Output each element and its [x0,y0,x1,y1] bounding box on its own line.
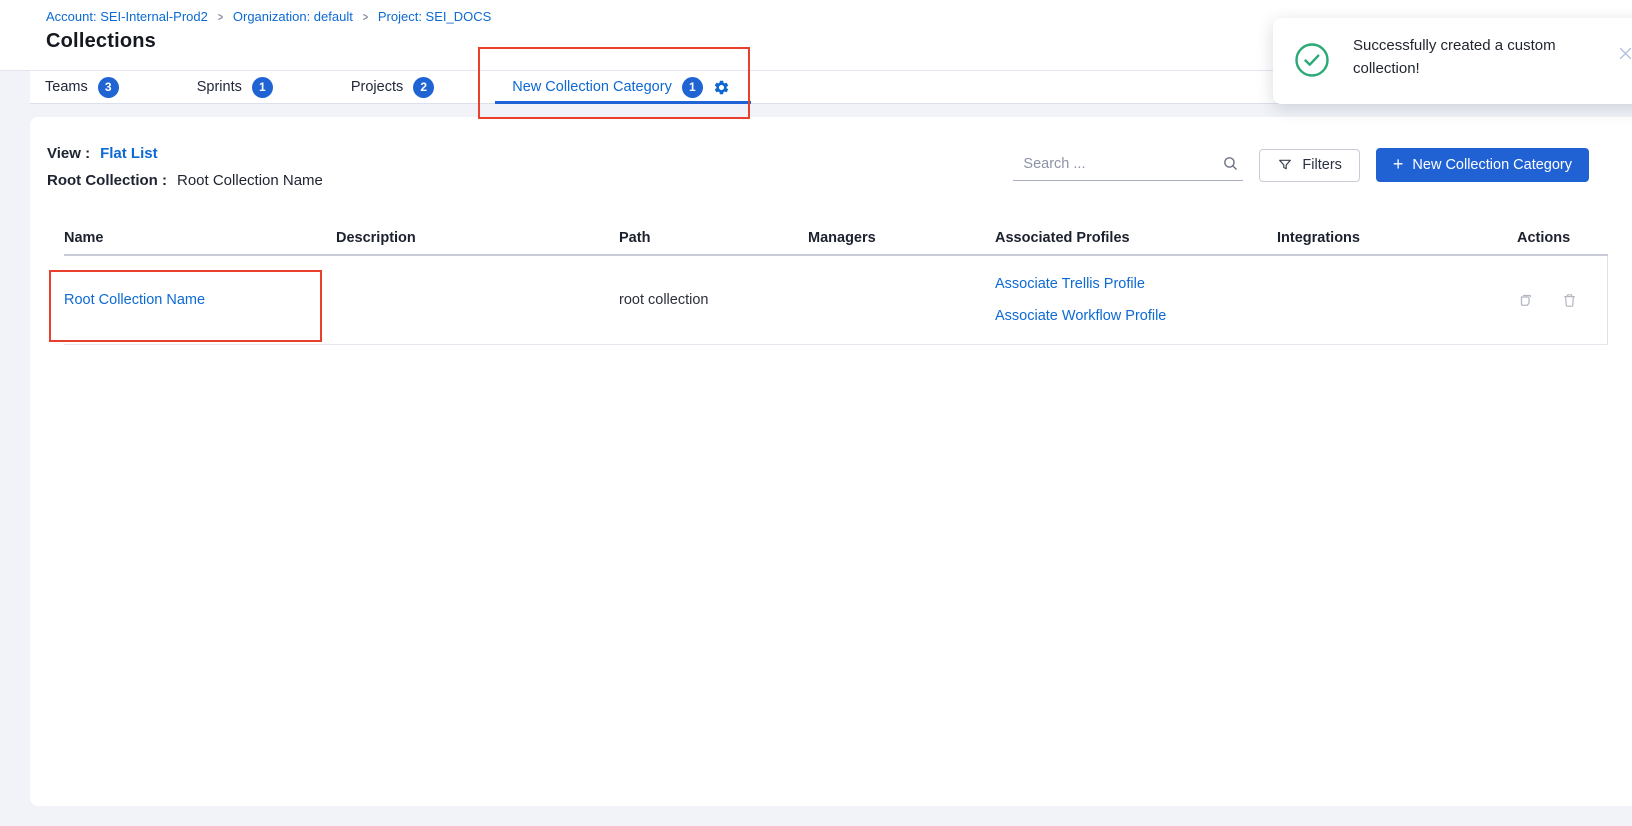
breadcrumb-separator: > [218,10,223,24]
cell-path: root collection [619,292,808,308]
column-header-actions: Actions [1517,230,1608,246]
delete-trash-icon[interactable] [1561,292,1578,309]
tab-sprints-label: Sprints [197,79,242,95]
toolbar: View : Flat List Root Collection : Root … [47,145,1632,207]
associate-trellis-profile-link[interactable]: Associate Trellis Profile [995,268,1277,300]
table-header-row: Name Description Path Managers Associate… [64,222,1608,256]
content-card: View : Flat List Root Collection : Root … [30,117,1632,806]
root-collection-value: Root Collection Name [177,172,323,189]
breadcrumb-project[interactable]: Project: SEI_DOCS [378,9,491,24]
tab-projects[interactable]: Projects 2 [351,71,434,103]
column-header-description: Description [336,230,619,246]
toast-message: Successfully created a custom collection… [1353,34,1591,80]
tab-teams-count-badge: 3 [98,77,119,98]
tab-sprints-count-badge: 1 [252,77,273,98]
annotation-box-tab [478,47,750,119]
copy-icon[interactable] [1517,291,1535,309]
tab-teams-label: Teams [45,79,88,95]
column-header-path: Path [619,230,808,246]
filters-button-label: Filters [1302,157,1341,173]
plus-icon: + [1393,155,1404,173]
new-collection-category-button-label: New Collection Category [1412,157,1572,173]
column-header-integrations: Integrations [1277,230,1517,246]
tab-sprints[interactable]: Sprints 1 [197,71,273,103]
search-icon [1222,155,1239,172]
toolbar-right-tools: Filters + New Collection Category [1013,148,1589,182]
column-header-associated-profiles: Associated Profiles [995,230,1277,246]
success-check-icon [1294,42,1330,83]
tab-projects-label: Projects [351,79,403,95]
column-header-name: Name [64,230,336,246]
view-label: View : [47,145,90,162]
funnel-icon [1277,157,1293,173]
annotation-box-row-name [49,270,322,342]
search-input[interactable] [1023,156,1222,172]
root-collection-label: Root Collection : [47,172,167,189]
breadcrumb: Account: SEI-Internal-Prod2 > Organizati… [46,9,491,24]
close-icon[interactable] [1617,45,1632,62]
breadcrumb-account[interactable]: Account: SEI-Internal-Prod2 [46,9,208,24]
search-box [1013,150,1243,181]
breadcrumb-separator: > [363,10,368,24]
associate-workflow-profile-link[interactable]: Associate Workflow Profile [995,300,1277,332]
tab-teams[interactable]: Teams 3 [45,71,119,103]
cell-actions [1517,291,1608,309]
breadcrumb-organization[interactable]: Organization: default [233,9,353,24]
success-toast: Successfully created a custom collection… [1273,18,1632,104]
filters-button[interactable]: Filters [1259,149,1359,182]
flat-list-link[interactable]: Flat List [100,145,158,162]
cell-associated-profiles: Associate Trellis Profile Associate Work… [995,268,1277,332]
column-header-managers: Managers [808,230,995,246]
new-collection-category-button[interactable]: + New Collection Category [1376,148,1589,182]
page-title: Collections [46,30,156,53]
tab-projects-count-badge: 2 [413,77,434,98]
